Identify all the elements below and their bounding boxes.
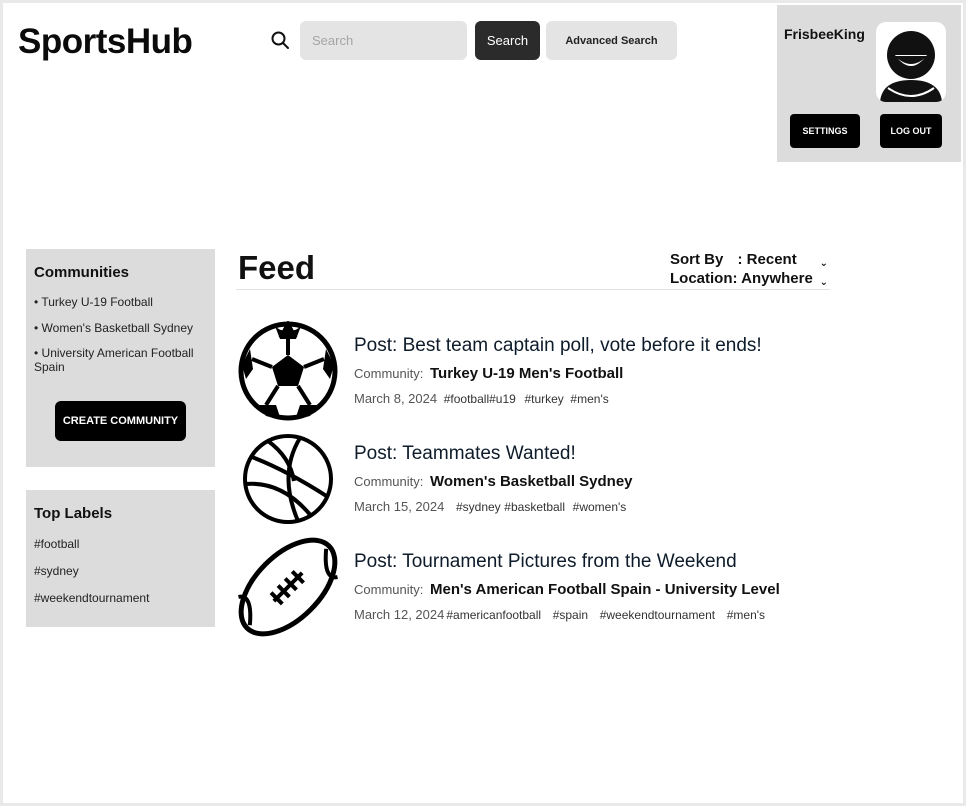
avatar[interactable] <box>876 22 946 102</box>
community-item[interactable]: • University American Football Spain <box>34 346 212 374</box>
community-label: Community: <box>354 474 424 489</box>
user-avatar-icon <box>880 31 942 102</box>
basketball-icon <box>243 434 333 524</box>
post-community: Community: Turkey U-19 Men's Football <box>354 365 623 382</box>
post-tag[interactable]: #spain <box>553 608 588 622</box>
post-meta: March 8, 2024 #football#u19 #turkey #men… <box>354 391 609 406</box>
community-link[interactable]: Men's American Football Spain - Universi… <box>430 581 780 598</box>
post-tag[interactable]: #basketball <box>504 500 565 514</box>
sort-by-value: : Recent <box>737 251 797 268</box>
settings-button[interactable]: SETTINGS <box>790 114 860 148</box>
post-tag[interactable]: #weekendtournament <box>600 608 715 622</box>
post-date: March 8, 2024 <box>354 391 438 406</box>
post-date: March 12, 2024 <box>354 607 445 622</box>
label-item[interactable]: #sydney <box>34 564 79 578</box>
community-item[interactable]: • Women's Basketball Sydney <box>34 321 212 335</box>
top-labels-panel: Top Labels #football #sydney #weekendtou… <box>26 490 215 627</box>
search-button[interactable]: Search <box>475 21 540 60</box>
community-item[interactable]: • Turkey U-19 Football <box>34 295 212 309</box>
post-tag[interactable]: #sydney <box>456 500 501 514</box>
community-label: Community: <box>354 582 424 597</box>
location-value: Anywhere <box>741 270 813 287</box>
post-title[interactable]: Post: Teammates Wanted! <box>354 443 576 465</box>
soccer-ball-icon <box>238 321 338 421</box>
feed-divider <box>236 289 830 290</box>
post-tag[interactable]: #men's <box>570 392 608 406</box>
username: FrisbeeKing <box>784 26 865 42</box>
sort-by-label: Sort By <box>670 251 724 268</box>
post-community: Community: Men's American Football Spain… <box>354 581 780 598</box>
community-link[interactable]: Women's Basketball Sydney <box>430 473 633 490</box>
post-tag[interactable]: #women's <box>573 500 627 514</box>
american-football-icon <box>238 537 338 637</box>
location-dropdown[interactable]: Location: Anywhere ⌄ <box>670 269 830 288</box>
post-title[interactable]: Post: Tournament Pictures from the Weeke… <box>354 551 737 573</box>
post-tag[interactable]: #americanfootball <box>446 608 541 622</box>
post-tag[interactable]: #football <box>444 392 489 406</box>
label-item[interactable]: #football <box>34 537 79 551</box>
feed-post: Post: Best team captain poll, vote befor… <box>238 321 828 421</box>
community-label: Community: <box>354 366 424 381</box>
communities-title: Communities <box>34 264 130 281</box>
communities-panel: Communities • Turkey U-19 Football • Wom… <box>26 249 215 467</box>
search-icon[interactable] <box>270 30 290 50</box>
create-community-button[interactable]: CREATE COMMUNITY <box>55 401 186 441</box>
advanced-search-button[interactable]: Advanced Search <box>546 21 677 60</box>
logout-button[interactable]: LOG OUT <box>880 114 942 148</box>
post-tag[interactable]: #turkey <box>524 392 563 406</box>
label-item[interactable]: #weekendtournament <box>34 591 149 605</box>
post-date: March 15, 2024 <box>354 499 445 514</box>
post-community: Community: Women's Basketball Sydney <box>354 473 633 490</box>
feed-post: Post: Tournament Pictures from the Weeke… <box>238 537 828 637</box>
sort-by-dropdown[interactable]: Sort By : Recent ⌄ <box>670 250 830 269</box>
location-label: Location: <box>670 270 738 287</box>
post-title[interactable]: Post: Best team captain poll, vote befor… <box>354 335 762 357</box>
post-meta: March 12, 2024 #americanfootball #spain #… <box>354 607 765 622</box>
feed-title: Feed <box>238 249 316 286</box>
user-panel: FrisbeeKing SETTINGS LOG OUT <box>777 5 961 162</box>
post-tag[interactable]: #u19 <box>489 392 516 406</box>
community-link[interactable]: Turkey U-19 Men's Football <box>430 365 623 382</box>
feed-post: Post: Teammates Wanted! Community: Women… <box>238 429 828 529</box>
site-logo[interactable]: SportsHub <box>18 22 193 62</box>
search-input[interactable] <box>300 21 467 60</box>
feed-filters: Sort By : Recent ⌄ Location: Anywhere ⌄ <box>670 250 830 288</box>
top-labels-title: Top Labels <box>34 505 113 522</box>
post-meta: March 15, 2024 #sydney #basketball #wome… <box>354 499 626 514</box>
post-tag[interactable]: #men's <box>727 608 765 622</box>
